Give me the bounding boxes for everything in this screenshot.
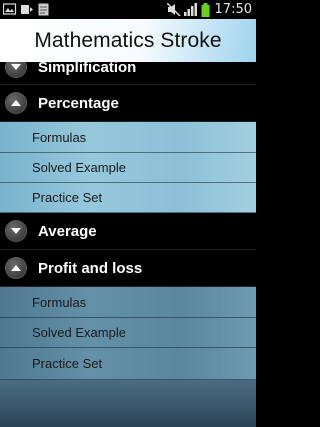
item-label: Formulas	[32, 129, 87, 145]
clock: 17:50	[214, 2, 252, 17]
mute-icon	[166, 2, 181, 17]
battery-icon	[201, 3, 210, 17]
topic-list: Simplification Percentage Formulas Solve…	[0, 62, 256, 427]
app-title: Mathematics Stroke	[34, 28, 222, 52]
list-item-formulas[interactable]: Formulas	[0, 122, 256, 153]
usb-icon	[20, 3, 34, 16]
chevron-up-icon[interactable]	[5, 92, 27, 114]
status-bar: 17:50	[0, 0, 256, 19]
group-label: Simplification	[38, 62, 137, 76]
group-label: Percentage	[38, 94, 119, 112]
item-label: Practice Set	[32, 356, 103, 371]
item-label: Solved Example	[32, 325, 126, 340]
item-label: Solved Example	[32, 160, 126, 175]
note-icon	[37, 3, 51, 16]
list-item-practice-set[interactable]: Practice Set	[0, 348, 256, 380]
item-label: Practice Set	[32, 190, 103, 205]
list-item-practice-set[interactable]: Practice Set	[0, 183, 256, 213]
list-item-solved-example[interactable]: Solved Example	[0, 153, 256, 183]
group-simplification[interactable]: Simplification	[0, 62, 256, 85]
group-average[interactable]: Average	[0, 213, 256, 250]
group-label: Profit and loss	[38, 259, 143, 277]
chevron-down-icon[interactable]	[5, 62, 27, 78]
gallery-icon	[2, 3, 17, 16]
chevron-up-icon[interactable]	[5, 257, 27, 279]
group-label: Average	[38, 222, 97, 240]
screen: 17:50 Mathematics Stroke Simplification …	[0, 0, 256, 427]
list-background	[0, 380, 256, 427]
list-item-solved-example[interactable]: Solved Example	[0, 318, 256, 348]
chevron-down-icon[interactable]	[5, 220, 27, 242]
title-bar: Mathematics Stroke	[0, 19, 256, 62]
signal-icon	[183, 3, 198, 16]
group-profit-and-loss[interactable]: Profit and loss	[0, 250, 256, 287]
group-percentage[interactable]: Percentage	[0, 85, 256, 122]
list-item-formulas[interactable]: Formulas	[0, 287, 256, 318]
item-label: Formulas	[32, 294, 87, 310]
